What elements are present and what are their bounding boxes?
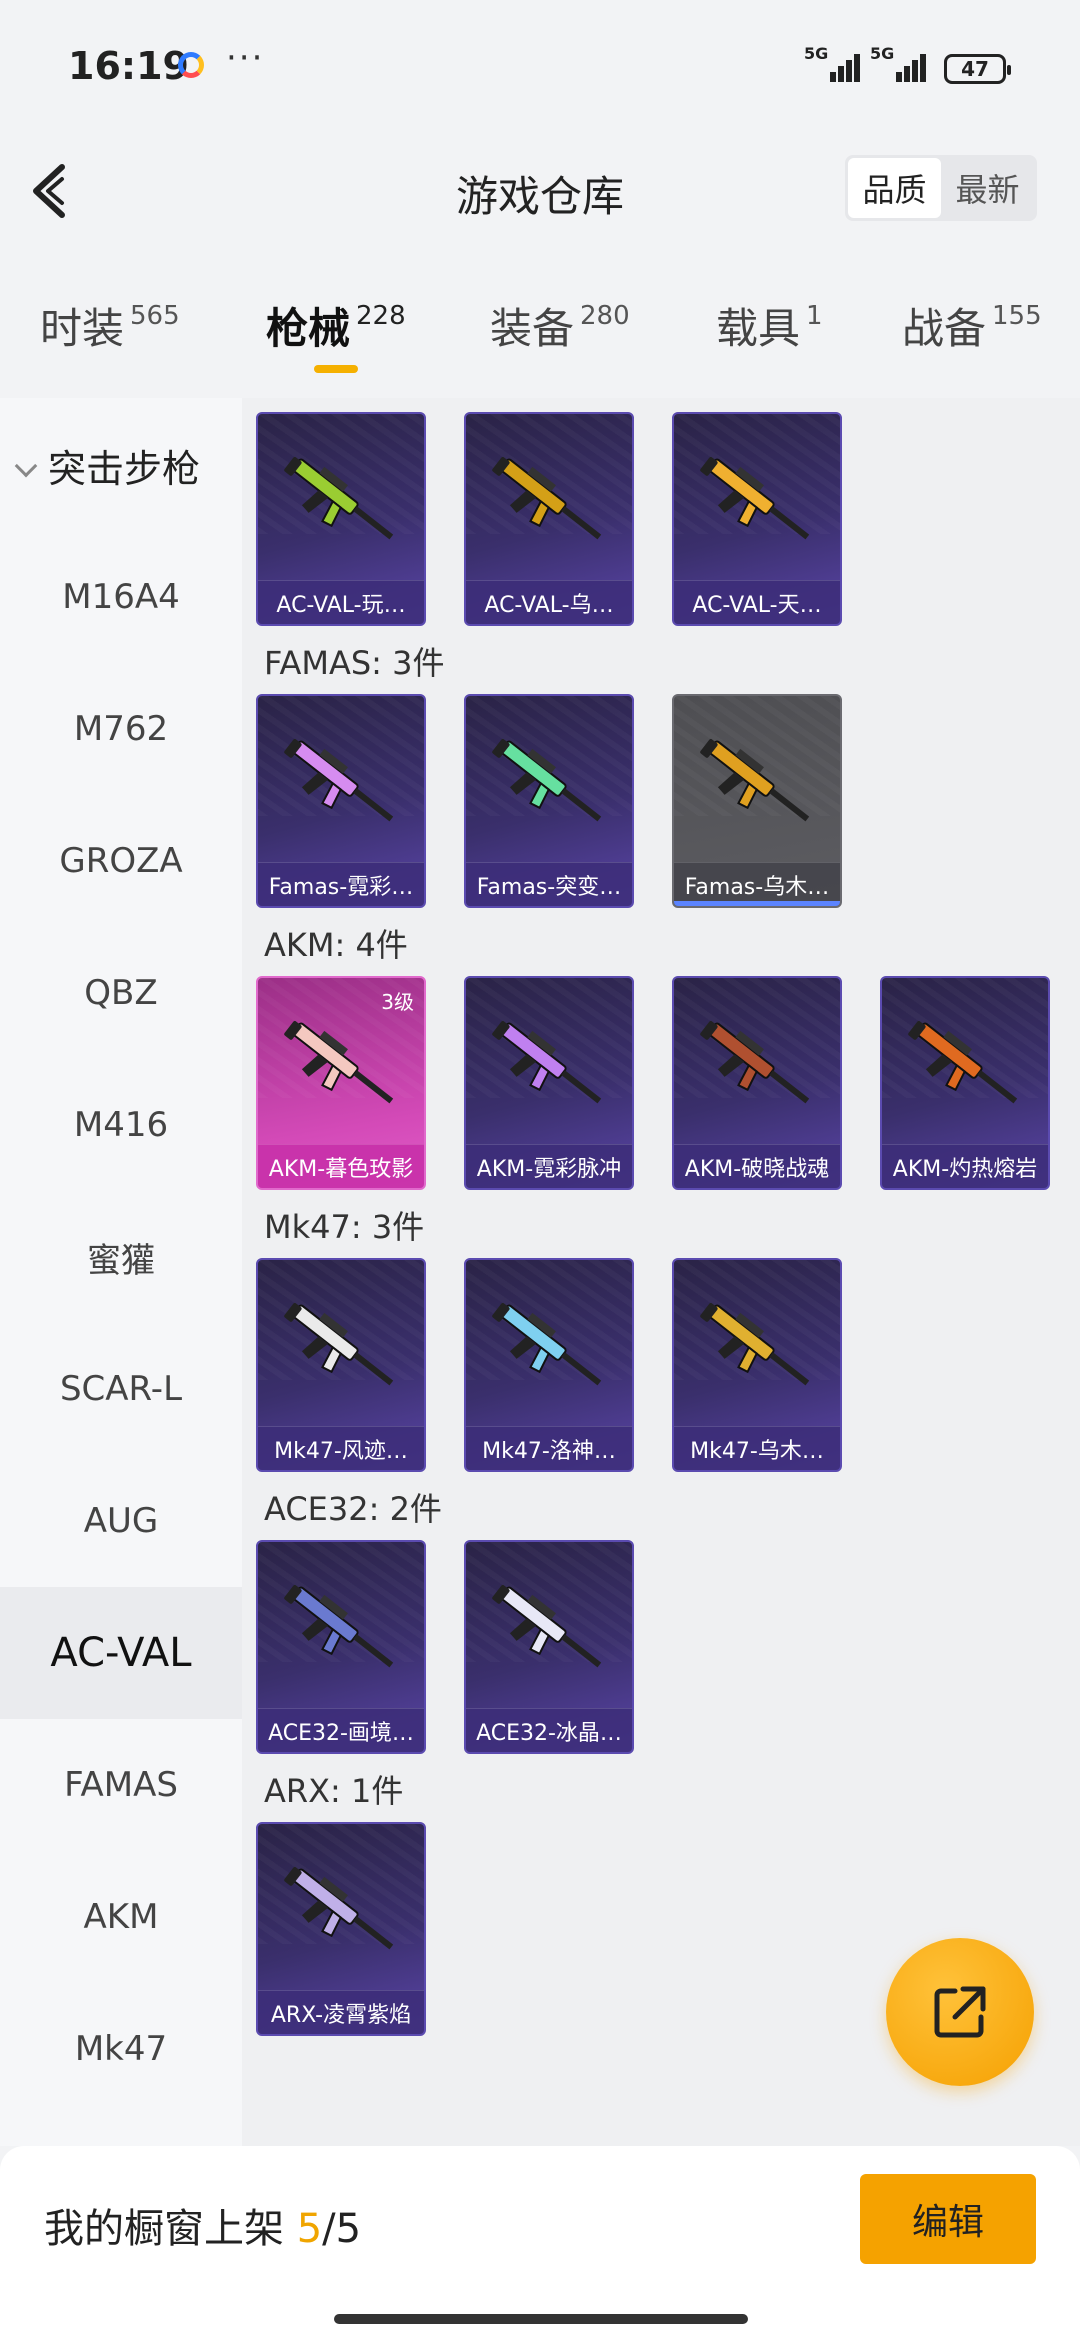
card-highlight-bar [674,901,840,906]
weapon-card-label: ACE32-画境… [258,1708,424,1752]
sidebar-item[interactable]: M762 [0,663,242,795]
category-tabs: 时装 565 枪械 228 装备 280 载具 1 战备 155 [0,285,1080,385]
weapon-skin-image [700,457,810,540]
sidebar-item[interactable]: M16A4 [0,531,242,663]
weapon-card-label: AKM-暮色玫影 [258,1144,424,1188]
weapon-skin-image [284,1021,394,1104]
weapon-card-label: Famas-霓彩… [258,862,424,906]
status-time: 16:19 [68,44,189,88]
status-bar: 16:19 ··· 5G 5G 47 [0,0,1080,135]
signal-icon-2: 5G [870,44,932,82]
weapon-card-label: ARX-凌霄紫焰 [258,1990,424,2034]
weapon-card[interactable]: AC-VAL-乌… [464,412,634,626]
weapon-skin-image [700,1021,810,1104]
signal-icon: 5G [804,44,866,82]
tab-vehicles[interactable]: 载具 1 [716,295,823,356]
weapon-card[interactable]: AKM-破晓战魂 [672,976,842,1190]
weapon-card-label: Famas-乌木… [674,862,840,906]
weapon-card[interactable]: AC-VAL-玩… [256,412,426,626]
weapon-card[interactable]: ARX-凌霄紫焰 [256,1822,426,2036]
weapon-card[interactable]: Famas-乌木… [672,694,842,908]
app-notification-icon [178,52,204,78]
sidebar-item[interactable]: 蜜獾 [0,1191,242,1323]
weapon-card[interactable]: Famas-霓彩… [256,694,426,908]
tab-equipment[interactable]: 装备 280 [490,295,630,356]
more-notifications-icon: ··· [226,38,265,78]
section-title: FAMAS: 3件 [264,644,445,682]
sidebar-item[interactable]: SCAR-L [0,1323,242,1455]
active-tab-indicator [314,365,358,373]
section-title: Mk47: 3件 [264,1208,425,1246]
weapon-card[interactable]: ACE32-画境… [256,1540,426,1754]
weapon-card-label: ACE32-冰晶… [466,1708,632,1752]
weapon-skin-image [492,1021,602,1104]
weapon-skin-image [492,457,602,540]
weapon-card[interactable]: ACE32-冰晶… [464,1540,634,1754]
weapon-skin-image [492,1303,602,1386]
tab-guns[interactable]: 枪械 228 [266,295,406,356]
share-button[interactable] [886,1938,1034,2086]
showcase-status: 我的橱窗上架 5/5 [44,2206,362,2252]
weapon-card-label: Mk47-风迹… [258,1426,424,1470]
sort-toggle: 品质 最新 [845,155,1037,221]
chevron-down-icon [14,454,38,478]
tab-fashion[interactable]: 时装 565 [40,295,180,356]
home-indicator [334,2314,748,2324]
weapon-card[interactable]: 3级 AKM-暮色玫影 [256,976,426,1190]
sidebar-item[interactable]: QBZ [0,927,242,1059]
sidebar-item[interactable]: AKM [0,1851,242,1983]
weapon-card[interactable]: Famas-突变… [464,694,634,908]
weapon-skin-image [492,1585,602,1668]
level-badge: 3级 [381,990,414,1014]
sort-newest-button[interactable]: 最新 [941,158,1034,218]
weapon-grid: AC-VAL-玩… AC-VAL-乌… AC-VAL-天… FAMAS: 3件 Fama… [242,398,1080,2146]
weapon-skin-image [284,1585,394,1668]
weapon-card[interactable]: AKM-灼热熔岩 [880,976,1050,1190]
weapon-skin-image [284,457,394,540]
weapon-card[interactable]: Mk47-乌木… [672,1258,842,1472]
sidebar-item[interactable]: AUG [0,1455,242,1587]
weapon-skin-image [284,1303,394,1386]
edit-button[interactable]: 编辑 [860,2174,1036,2264]
weapon-card-label: AKM-霓彩脉冲 [466,1144,632,1188]
battery-icon: 47 [944,54,1011,84]
weapon-skin-image [284,1867,394,1950]
weapon-card-label: Famas-突变… [466,862,632,906]
sidebar-item[interactable]: FAMAS [0,1719,242,1851]
weapon-skin-image [492,739,602,822]
section-title: ACE32: 2件 [264,1490,442,1528]
sidebar-group-assault-rifles[interactable]: 突击步枪 [14,438,200,493]
section-title: ARX: 1件 [264,1772,404,1810]
weapon-skin-image [908,1021,1018,1104]
weapon-card[interactable]: Mk47-洛神… [464,1258,634,1472]
weapon-card-label: AC-VAL-天… [674,580,840,624]
weapon-card-label: AC-VAL-乌… [466,580,632,624]
weapon-skin-image [700,1303,810,1386]
weapon-card-label: Mk47-洛神… [466,1426,632,1470]
weapon-sidebar: 突击步枪 M16A4 M762 GROZA QBZ M416 蜜獾 SCAR-L AUG AC-… [0,398,242,2146]
sidebar-item[interactable]: GROZA [0,795,242,927]
weapon-card-label: AKM-破晓战魂 [674,1144,840,1188]
weapon-skin-image [284,739,394,822]
weapon-card-label: AC-VAL-玩… [258,580,424,624]
sidebar-item[interactable]: M416 [0,1059,242,1191]
sidebar-item[interactable]: AC-VAL [0,1587,242,1719]
page-header: 游戏仓库 品质 最新 [0,135,1080,245]
showcase-bar: 我的橱窗上架 5/5 编辑 [0,2146,1080,2339]
weapon-card[interactable]: Mk47-风迹… [256,1258,426,1472]
share-external-icon [934,1986,986,2038]
weapon-card-label: Mk47-乌木… [674,1426,840,1470]
tab-battle-supplies[interactable]: 战备 155 [902,295,1042,356]
weapon-card[interactable]: AKM-霓彩脉冲 [464,976,634,1190]
sidebar-item[interactable]: Mk47 [0,1983,242,2115]
weapon-card[interactable]: AC-VAL-天… [672,412,842,626]
weapon-skin-image [700,739,810,822]
sort-quality-button[interactable]: 品质 [848,158,941,218]
section-title: AKM: 4件 [264,926,408,964]
weapon-card-label: AKM-灼热熔岩 [882,1144,1048,1188]
